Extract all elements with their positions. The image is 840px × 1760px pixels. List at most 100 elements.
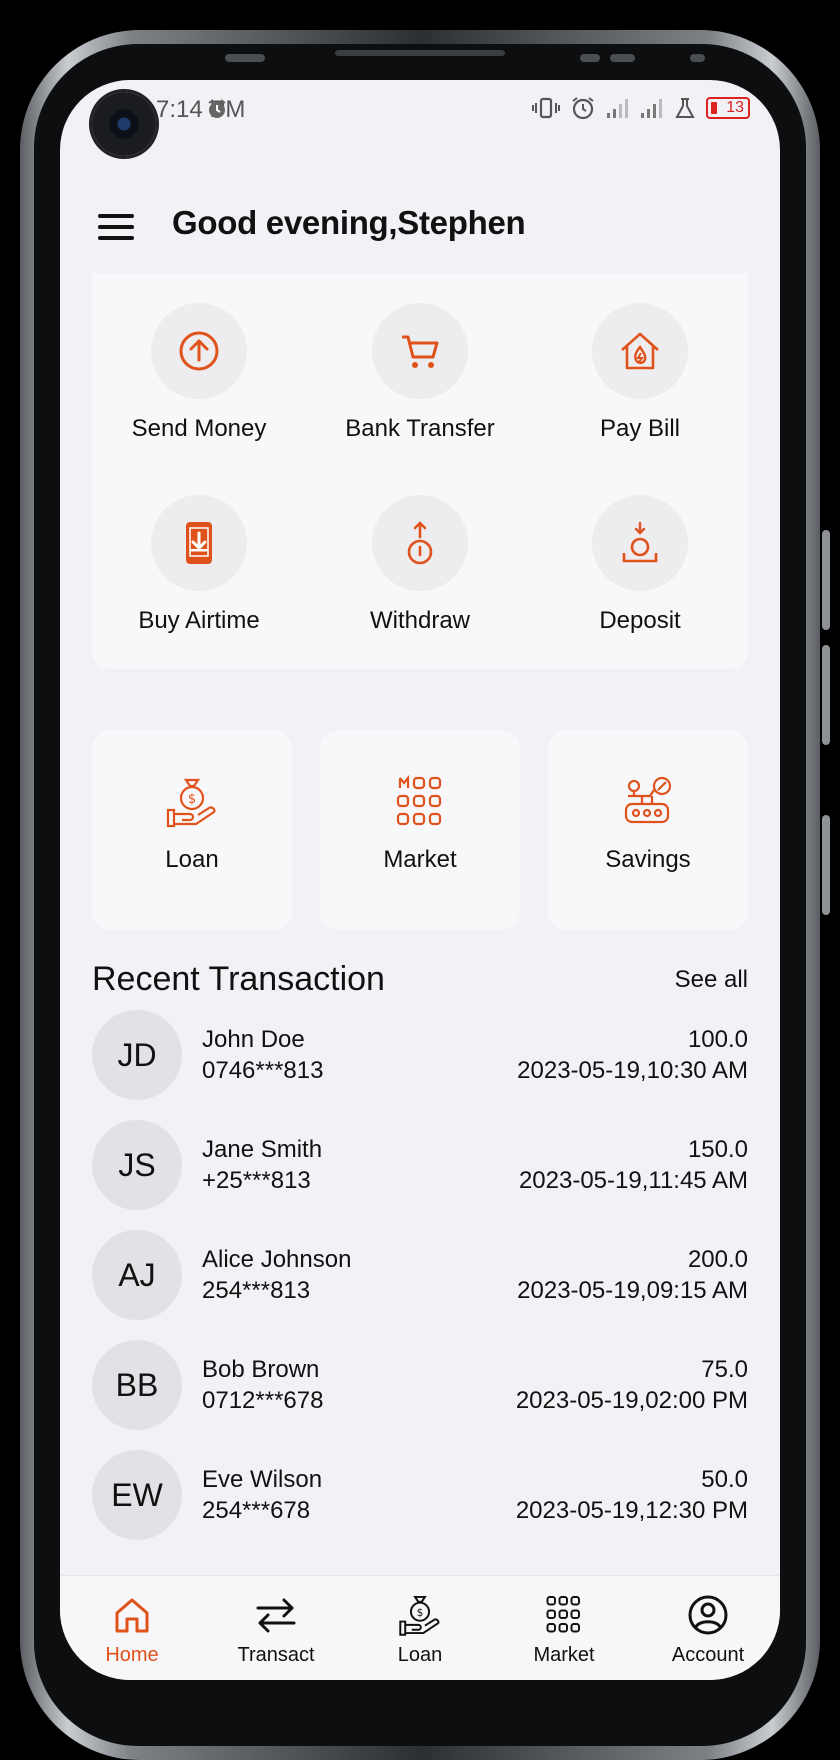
user-circle-icon: [688, 1595, 728, 1635]
action-label: Send Money: [131, 415, 267, 442]
greeting-title: Good evening,Stephen: [172, 204, 526, 241]
action-label: Withdraw: [369, 607, 471, 634]
money-bag-hand-icon: $: [399, 1595, 440, 1636]
status-bar: 7:14 PM 13: [60, 80, 780, 140]
action-label: Buy Airtime: [138, 607, 260, 634]
bank-transfer-button[interactable]: Bank Transfer: [317, 303, 523, 463]
avatar: JS: [92, 1120, 182, 1210]
see-all-link[interactable]: See all: [675, 966, 748, 994]
transaction-name: John Doe: [202, 1026, 305, 1053]
nav-market[interactable]: Market: [492, 1592, 636, 1667]
front-camera: [92, 92, 156, 156]
cart-icon: [402, 335, 439, 368]
transaction-name: Alice Johnson: [202, 1246, 352, 1273]
transaction-phone: 254***678: [202, 1497, 311, 1524]
nav-label: Market: [533, 1644, 595, 1666]
action-label: Deposit: [599, 607, 681, 634]
power-button: [822, 815, 830, 915]
transfer-arrows-icon: [256, 1598, 296, 1633]
transaction-date: 2023-05-19,11:45 AM: [518, 1167, 748, 1194]
nav-transact[interactable]: Transact: [204, 1592, 348, 1667]
alarm-icon: [208, 99, 226, 118]
nav-label: Account: [671, 1644, 745, 1666]
withdraw-button[interactable]: Withdraw: [317, 495, 523, 655]
vibrate-icon: [532, 97, 560, 119]
header: Good evening,Stephen: [60, 188, 780, 268]
transaction-row[interactable]: EW Eve Wilson 254***678 50.0 2023-05-19,…: [92, 1450, 748, 1560]
tile-label: Loan: [165, 846, 219, 873]
arrow-up-circle-icon: [179, 331, 219, 371]
status-icons: 13: [532, 96, 750, 120]
transaction-amount: 50.0: [701, 1466, 748, 1493]
transaction-phone: 254***813: [202, 1277, 311, 1304]
transaction-row[interactable]: JD John Doe 0746***813 100.0 2023-05-19,…: [92, 1010, 748, 1120]
transaction-date: 2023-05-19,02:00 PM: [515, 1387, 748, 1414]
coin-arrow-down-icon: [622, 521, 658, 563]
data-saver-icon: [675, 98, 695, 118]
avatar: JD: [92, 1010, 182, 1100]
sensor: [610, 54, 635, 62]
nav-loan[interactable]: $ Loan: [348, 1592, 492, 1667]
battery-indicator: 13: [706, 97, 750, 119]
grid-icon: [396, 774, 442, 826]
bottom-navigation: Home Transact $ Loan Market Account: [60, 1575, 780, 1680]
nav-account[interactable]: Account: [636, 1592, 780, 1667]
transaction-name: Jane Smith: [202, 1136, 323, 1163]
action-label: Pay Bill: [599, 415, 681, 442]
signal-icon: [607, 99, 628, 118]
avatar: EW: [92, 1450, 182, 1540]
earpiece-speaker: [335, 50, 505, 56]
tile-label: Market: [383, 846, 457, 873]
tile-label: Savings: [605, 846, 691, 873]
transaction-phone: 0712***678: [202, 1387, 324, 1414]
transaction-amount: 75.0: [701, 1356, 748, 1383]
avatar: BB: [92, 1340, 182, 1430]
transaction-amount: 150.0: [687, 1136, 748, 1163]
grid-icon: [546, 1596, 580, 1633]
recent-transaction-title: Recent Transaction: [92, 960, 385, 998]
house-flame-icon: [621, 332, 659, 370]
transaction-amount: 200.0: [687, 1246, 748, 1273]
avatar: AJ: [92, 1230, 182, 1320]
app-screen: 7:14 PM 13 Good evening,Stephen Send Mon…: [60, 80, 780, 1680]
quick-actions-card: Send Money Bank Transfer Pay Bill Buy Ai…: [92, 273, 748, 669]
transaction-name: Eve Wilson: [202, 1466, 323, 1493]
deposit-button[interactable]: Deposit: [537, 495, 743, 655]
transaction-list: JD John Doe 0746***813 100.0 2023-05-19,…: [92, 1010, 748, 1560]
loan-tile[interactable]: $ Loan: [92, 730, 292, 930]
transaction-name: Bob Brown: [202, 1356, 320, 1383]
volume-up-button: [822, 530, 830, 630]
nav-home[interactable]: Home: [60, 1592, 204, 1667]
volume-down-button: [822, 645, 830, 745]
menu-icon[interactable]: [98, 214, 134, 240]
action-label: Bank Transfer: [345, 415, 495, 442]
send-money-button[interactable]: Send Money: [96, 303, 302, 463]
sensor: [225, 54, 265, 62]
transaction-date: 2023-05-19,12:30 PM: [515, 1497, 748, 1524]
sensor: [690, 54, 705, 62]
nav-label: Home: [105, 1644, 159, 1666]
transaction-phone: +25***813: [202, 1167, 311, 1194]
signal-icon: [641, 99, 662, 118]
nav-label: Loan: [397, 1644, 443, 1666]
transaction-date: 2023-05-19,09:15 AM: [517, 1277, 748, 1304]
transaction-row[interactable]: BB Bob Brown 0712***678 75.0 2023-05-19,…: [92, 1340, 748, 1450]
savings-icon: [624, 776, 672, 824]
svg-text:$: $: [188, 792, 196, 807]
buy-airtime-button[interactable]: Buy Airtime: [96, 495, 302, 655]
status-time: 7:14 PM: [156, 96, 246, 123]
alarm-icon: [572, 97, 594, 120]
savings-tile[interactable]: Savings: [548, 730, 748, 930]
nav-label: Transact: [237, 1644, 315, 1666]
svg-text:$: $: [417, 1606, 424, 1619]
transaction-amount: 100.0: [687, 1026, 748, 1053]
market-tile[interactable]: Market: [320, 730, 520, 930]
transaction-row[interactable]: AJ Alice Johnson 254***813 200.0 2023-05…: [92, 1230, 748, 1340]
money-bag-hand-icon: $: [166, 778, 216, 828]
home-icon: [115, 1598, 149, 1633]
sensor: [580, 54, 600, 62]
coin-arrow-up-icon: [407, 521, 433, 565]
transaction-phone: 0746***813: [202, 1057, 324, 1084]
pay-bill-button[interactable]: Pay Bill: [537, 303, 743, 463]
transaction-row[interactable]: JS Jane Smith +25***813 150.0 2023-05-19…: [92, 1120, 748, 1230]
